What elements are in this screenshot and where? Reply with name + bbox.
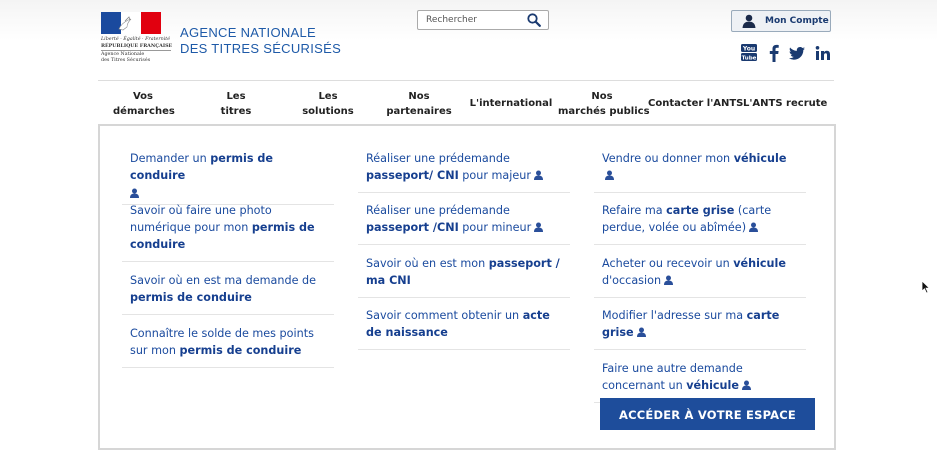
nav-nos-partenaires[interactable]: Nos partenaires	[384, 89, 454, 119]
account-required-icon	[605, 168, 614, 180]
account-required-icon	[664, 273, 674, 285]
nav-vos-demarches[interactable]: Vos démarches	[113, 89, 175, 119]
nav-label-line1: Les	[318, 91, 338, 102]
mouse-cursor-icon	[921, 280, 931, 294]
nav-les-solutions[interactable]: Les solutions	[298, 89, 358, 119]
nav-label-line2: partenaires	[386, 106, 452, 117]
demarches-panel: Demander un permis de conduire Savoir où …	[98, 124, 836, 450]
demarche-keyword: véhicule	[733, 152, 787, 165]
facebook-icon[interactable]	[768, 44, 780, 62]
demarche-link[interactable]: Faire une autre demande concernant un vé…	[594, 356, 806, 403]
demarche-text: Demander un	[130, 152, 211, 165]
search-icon[interactable]	[527, 13, 541, 27]
demarche-keyword: carte grise	[666, 204, 735, 217]
demarche-text-suffix: pour majeur	[458, 169, 531, 182]
demarche-text-suffix: pour mineur	[458, 221, 532, 234]
nav-les-titres[interactable]: Les titres	[211, 89, 261, 119]
account-required-icon	[741, 378, 751, 390]
marianne-flag-icon	[101, 12, 161, 34]
agency-name-line1: AGENCE NATIONALE	[180, 25, 317, 40]
demarche-text: Réaliser une prédemande	[366, 204, 510, 217]
logo-republic: RÉPUBLIQUE FRANÇAISE	[101, 43, 173, 51]
youtube-icon[interactable]: You Tube	[741, 44, 757, 62]
demarche-keyword: permis de conduire	[130, 291, 252, 304]
demarche-keyword: passeport /CNI	[366, 221, 459, 234]
twitter-icon[interactable]	[789, 44, 805, 62]
demarche-link[interactable]: Vendre ou donner mon véhicule	[594, 146, 806, 193]
demarche-text: Savoir où faire une photo numérique pour…	[130, 204, 272, 234]
nav-label-line2: titres	[220, 106, 252, 117]
user-icon	[742, 14, 756, 28]
demarche-link[interactable]: Acheter ou recevoir un véhicule d'occasi…	[594, 251, 806, 298]
demarche-text: Savoir comment obtenir un	[366, 309, 523, 322]
demarche-link[interactable]: Réaliser une prédemande passeport/ CNI p…	[358, 146, 570, 193]
demarche-link[interactable]: Savoir comment obtenir un acte de naissa…	[358, 303, 570, 350]
republique-francaise-logo[interactable]: Liberté · Égalité · Fraternité RÉPUBLIQU…	[101, 12, 173, 64]
demarche-text: Modifier l'adresse sur ma	[602, 309, 747, 322]
demarche-text: Acheter ou recevoir un	[602, 257, 734, 270]
demarche-text: Refaire ma	[602, 204, 667, 217]
account-required-icon	[749, 220, 759, 232]
svg-text:You: You	[742, 45, 755, 52]
agency-name[interactable]: AGENCE NATIONALE DES TITRES SÉCURISÉS	[180, 25, 341, 57]
nav-label-line2: marchés publics	[558, 106, 650, 117]
nav-label-line1: Nos	[591, 91, 613, 102]
nav-label-line2: solutions	[302, 106, 354, 117]
search-input[interactable]	[426, 13, 521, 27]
demarche-text: Savoir où en est ma demande de	[130, 274, 317, 287]
demarche-link[interactable]: Savoir où faire une photo numérique pour…	[122, 198, 334, 262]
account-required-icon	[636, 325, 646, 337]
demarche-link[interactable]: Savoir où en est ma demande de permis de…	[122, 268, 334, 315]
nav-label-line2: démarches	[113, 106, 175, 117]
demarche-text: Réaliser une prédemande	[366, 152, 510, 165]
demarche-link[interactable]: Refaire ma carte grise (carte perdue, vo…	[594, 198, 806, 245]
acceder-espace-button[interactable]: ACCÉDER À VOTRE ESPACE	[600, 398, 815, 430]
page: Liberté · Égalité · Fraternité RÉPUBLIQU…	[98, 0, 836, 450]
demarche-text: Vendre ou donner mon	[602, 152, 734, 165]
nav-contacter[interactable]: Contacter l'ANTS	[648, 96, 744, 111]
agency-name-line2: DES TITRES SÉCURISÉS	[180, 41, 342, 56]
demarche-link[interactable]: Demander un permis de conduire	[122, 146, 334, 205]
demarche-keyword: véhicule	[733, 257, 786, 270]
mon-compte-button[interactable]: Mon Compte	[731, 10, 831, 32]
demarche-link[interactable]: Connaître le solde de mes points sur mon…	[122, 321, 334, 368]
demarche-link[interactable]: Réaliser une prédemande passeport /CNI p…	[358, 198, 570, 245]
nav-recrute[interactable]: L'ANTS recrute	[743, 96, 828, 111]
nav-marches-publics[interactable]: Nos marchés publics	[558, 89, 650, 119]
search-box	[417, 10, 549, 30]
main-navigation: Vos démarches Les titres Les solutions N…	[98, 80, 834, 123]
account-required-icon	[534, 220, 544, 232]
account-required-icon	[130, 186, 139, 198]
nav-label-line1: Nos	[408, 91, 430, 102]
nav-international[interactable]: L'international	[466, 96, 556, 111]
demarche-link[interactable]: Modifier l'adresse sur ma carte grise	[594, 303, 806, 350]
svg-text:Tube: Tube	[742, 55, 757, 61]
demarche-keyword: passeport/ CNI	[366, 169, 459, 182]
mon-compte-label: Mon Compte	[765, 16, 829, 26]
nav-label-line1: Vos	[132, 91, 153, 102]
nav-label-line1: L'international	[469, 98, 553, 109]
nav-label-line1: L'ANTS recrute	[743, 98, 828, 109]
demarche-keyword: véhicule	[686, 379, 739, 392]
nav-label-line1: Contacter l'ANTS	[648, 98, 744, 109]
demarche-link[interactable]: Savoir où en est mon passeport / ma CNI	[358, 251, 570, 298]
demarche-keyword: permis de conduire	[179, 344, 302, 357]
demarche-text: Savoir où en est mon	[366, 257, 489, 270]
logo-agency-line2: des Titres Sécurisés	[101, 58, 151, 63]
linkedin-icon[interactable]	[815, 44, 831, 62]
demarche-text-suffix: d'occasion	[602, 274, 662, 287]
account-required-icon	[533, 168, 543, 180]
nav-label-line1: Les	[226, 91, 246, 102]
